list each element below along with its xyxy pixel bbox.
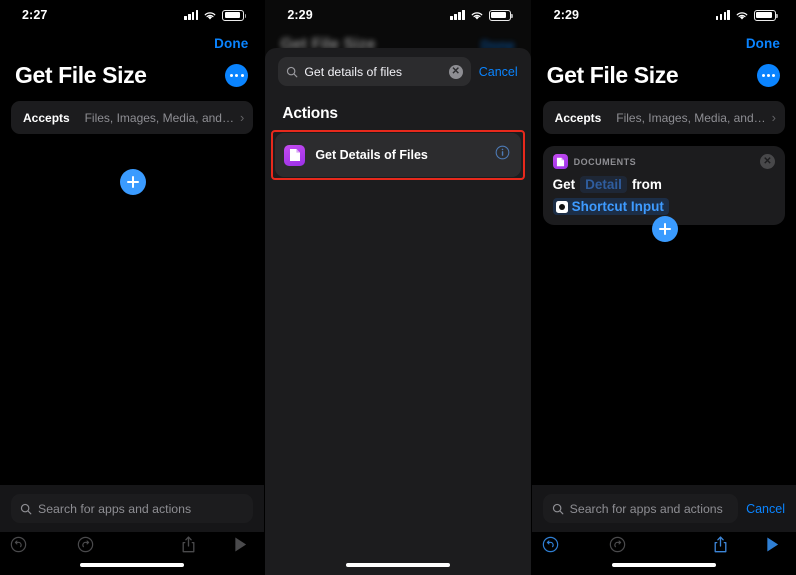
home-indicator [611,563,716,567]
wifi-icon [204,11,216,20]
action-word-get: Get [552,177,576,192]
title-row: Get File Size [0,62,264,89]
list-item-label: Get Details of Files [315,148,428,162]
accepts-label: Accepts [23,110,70,125]
battery-icon [222,9,247,21]
done-button[interactable]: Done [746,36,780,51]
search-bar-row: Get details of files ✕ Cancel [265,48,530,86]
search-input[interactable]: Search for apps and actions [11,494,254,523]
shortcut-input-icon [555,200,568,213]
share-icon[interactable] [180,535,197,554]
share-icon[interactable] [712,535,729,554]
status-bar: 2:29 [265,0,530,30]
ellipsis-circle-icon[interactable] [756,64,780,87]
search-result-wrap: Get Details of Files [271,130,525,180]
detail-parameter-token[interactable]: Detail [580,176,627,193]
cellular-bars-icon [450,10,465,20]
redo-icon[interactable] [609,536,626,553]
done-button[interactable]: Done [214,36,248,51]
bottom-toolbar [532,532,796,557]
panel-editor-initial: 2:27 Done Get File Size Accepts Files, I… [0,0,265,575]
status-clock: 2:29 [553,8,580,22]
battery-icon [488,9,513,21]
cellular-bars-icon [184,10,199,20]
documents-app-icon [552,154,568,169]
action-card-header: DOCUMENTS ✕ [552,154,775,169]
bottom-toolbar [0,532,264,557]
panel-action-search: 2:29 Get File Size Done Get details of f… [265,0,531,575]
home-indicator [80,563,185,567]
accepts-row[interactable]: Accepts Files, Images, Media, and… › [542,101,785,134]
title-row: Get File Size [532,62,796,89]
search-input[interactable]: Get details of files ✕ [278,57,471,86]
info-circle-icon[interactable] [495,145,510,165]
cancel-button[interactable]: Cancel [746,502,785,516]
action-word-from: from [631,177,662,192]
plus-circle-icon[interactable] [651,216,678,242]
accepts-value: Files, Images, Media, and… [84,110,234,125]
home-indicator [345,563,450,567]
undo-icon[interactable] [542,536,559,553]
undo-icon[interactable] [10,536,27,553]
screenshot-triptych: 2:27 Done Get File Size Accepts Files, I… [0,0,796,575]
search-input[interactable]: Search for apps and actions [542,494,739,523]
done-button-wrap[interactable]: Done [214,36,248,51]
chevron-right-icon: › [771,110,776,125]
shortcut-input-label: Shortcut Input [571,199,664,214]
action-card-body: Get Detail from Shortcut Input [552,176,775,215]
play-icon[interactable] [233,536,248,553]
close-circle-icon[interactable]: ✕ [759,154,775,169]
list-item[interactable]: Get Details of Files [275,133,521,177]
search-placeholder: Search for apps and actions [38,501,192,516]
status-bar: 2:27 [0,0,264,30]
play-icon[interactable] [765,536,780,553]
ellipsis-circle-icon[interactable] [225,64,249,87]
search-value: Get details of files [304,64,403,79]
search-icon [552,503,564,514]
battery-icon [753,9,778,21]
action-category-label: DOCUMENTS [573,156,637,167]
search-dock: Search for apps and actions [0,485,265,532]
status-indicators [715,9,778,21]
search-icon [20,503,32,514]
shortcut-input-token[interactable]: Shortcut Input [552,198,669,215]
status-bar: 2:29 [532,0,796,30]
search-icon [287,66,298,77]
plus-circle-icon[interactable] [120,169,146,195]
cancel-button[interactable]: Cancel [479,65,518,79]
accepts-label: Accepts [554,110,602,125]
redo-icon[interactable] [77,536,94,553]
accepts-value: Files, Images, Media, and… [616,110,766,125]
page-title: Get File Size [15,62,147,88]
status-indicators [184,9,247,21]
status-clock: 2:29 [287,8,313,22]
status-indicators [450,9,513,21]
wifi-icon [736,11,748,20]
search-placeholder: Search for apps and actions [569,501,723,516]
wifi-icon [471,11,483,20]
section-header-actions: Actions [282,105,338,122]
status-clock: 2:27 [22,8,48,22]
documents-app-icon [284,144,306,166]
done-button-wrap[interactable]: Done [746,36,780,51]
action-card[interactable]: DOCUMENTS ✕ Get Detail from Shortcut Inp… [542,146,785,225]
panel-editor-with-action: 2:29 Done Get File Size Accepts Files, I… [531,0,796,575]
search-dock: Search for apps and actions Cancel [531,485,796,532]
page-title: Get File Size [546,62,679,88]
search-sheet: Get details of files ✕ Cancel Actions Ge… [265,48,531,575]
cellular-bars-icon [715,10,730,20]
chevron-right-icon: › [239,110,245,125]
accepts-row[interactable]: Accepts Files, Images, Media, and… › [11,101,254,134]
clear-circle-icon[interactable]: ✕ [448,64,463,79]
